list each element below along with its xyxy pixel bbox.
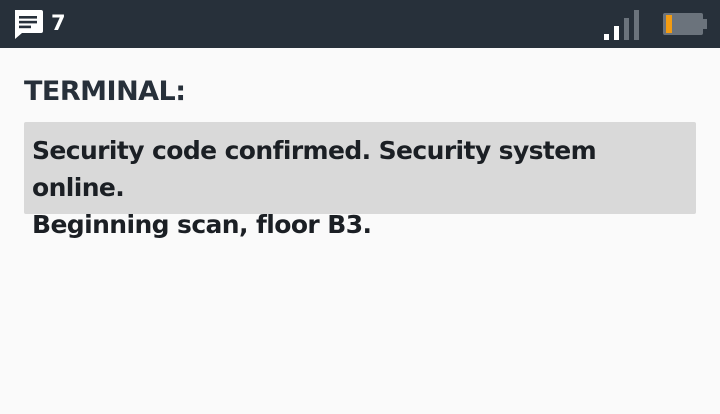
notification-count: 7 xyxy=(51,11,66,35)
signal-strength-icon xyxy=(604,10,639,40)
status-bar: 7 xyxy=(0,0,720,48)
chat-message-icon[interactable] xyxy=(12,8,44,40)
terminal-message-box: Security code confirmed. Security system… xyxy=(24,122,696,239)
terminal-message: Security code confirmed. Security system… xyxy=(32,136,597,239)
terminal-label: TERMINAL: xyxy=(24,76,186,107)
battery-low-icon xyxy=(663,13,707,35)
terminal-panel: TERMINAL: Security code confirmed. Secur… xyxy=(24,48,696,239)
